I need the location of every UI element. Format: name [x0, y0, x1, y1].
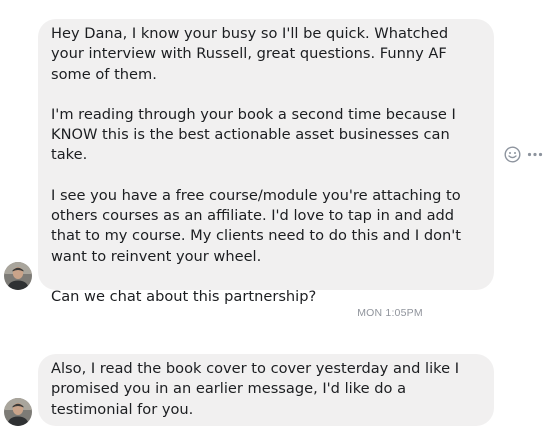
message-paragraph: I'm reading through your book a second t… [51, 105, 456, 164]
message-bubble[interactable]: Also, I read the book cover to cover yes… [38, 354, 494, 426]
more-options-icon[interactable] [527, 146, 543, 163]
message-paragraph: Also, I read the book cover to cover yes… [51, 360, 459, 418]
message-actions [504, 145, 548, 163]
message-paragraph: Can we chat about this partnership? [51, 287, 317, 305]
message-bubble[interactable]: Hey Dana, I know your busy so I'll be qu… [38, 19, 494, 305]
smiley-face-icon[interactable] [504, 145, 521, 163]
message-timestamp: MON 1:05PM [357, 307, 423, 319]
message-paragraph: I see you have a free course/module you'… [51, 186, 462, 265]
sender-avatar[interactable] [4, 398, 32, 426]
message-paragraph: Hey Dana, I know your busy so I'll be qu… [51, 25, 449, 83]
sender-avatar[interactable] [4, 262, 32, 290]
